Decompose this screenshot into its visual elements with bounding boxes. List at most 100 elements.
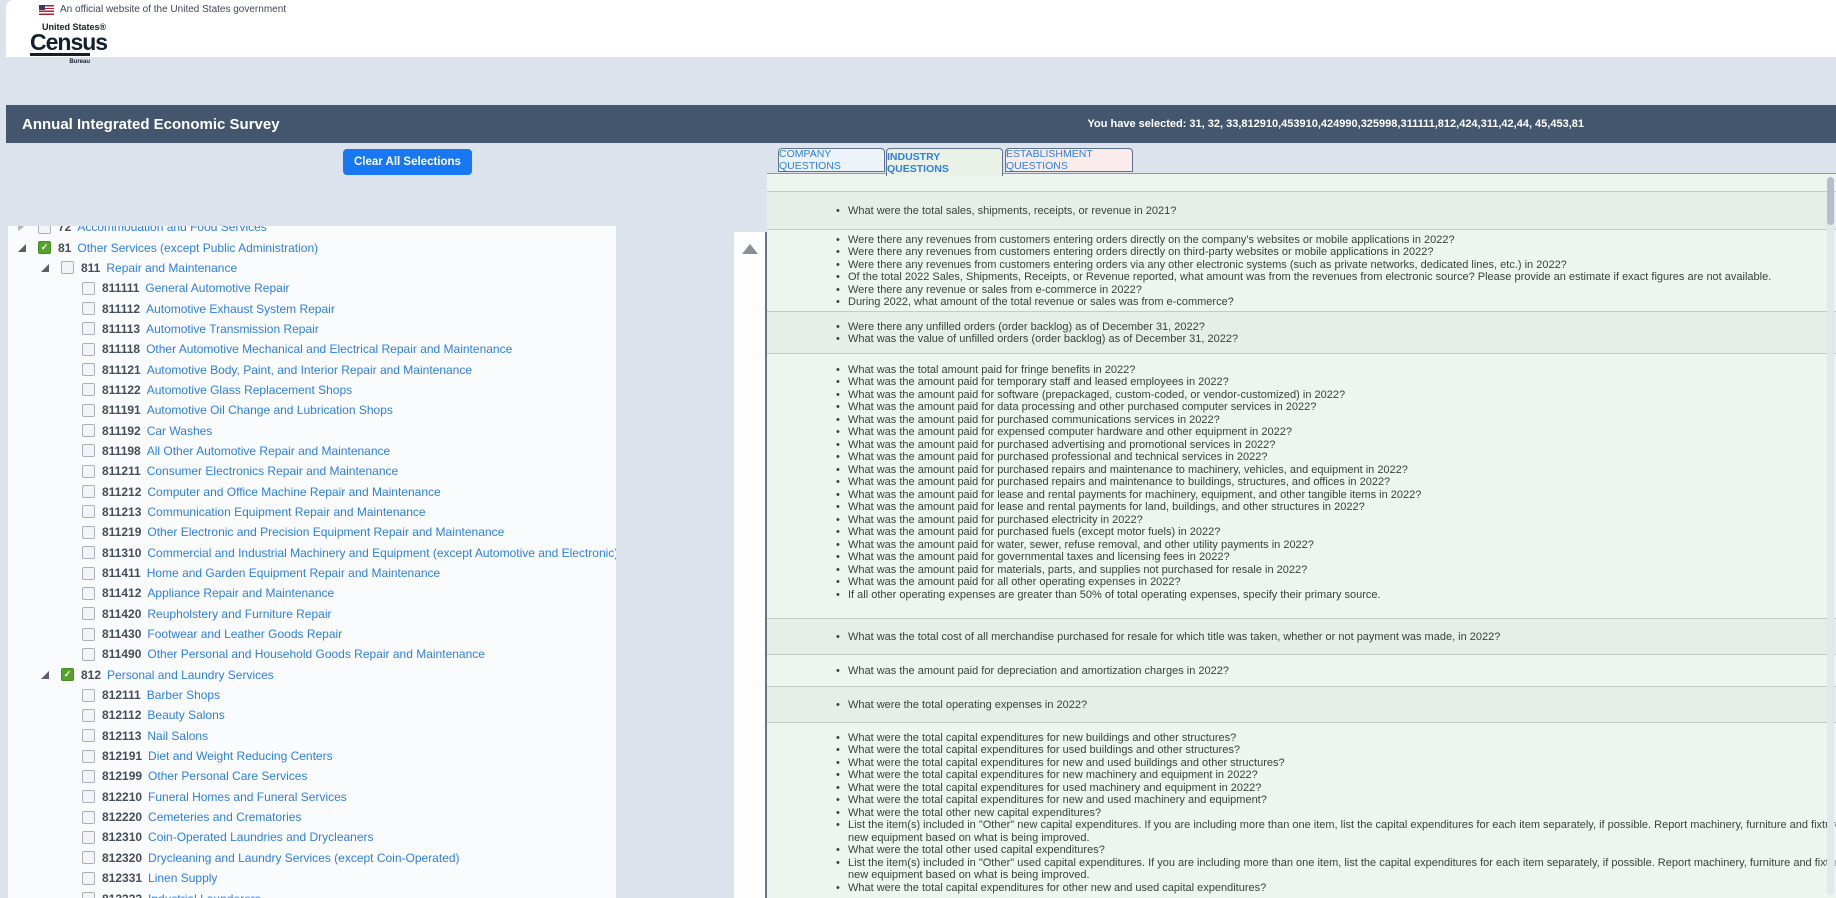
naics-label[interactable]: Other Automotive Mechanical and Electric… [146,342,512,356]
checkbox-811430[interactable] [82,628,95,641]
naics-label[interactable]: Appliance Repair and Maintenance [147,586,334,600]
checkbox-811420[interactable] [82,607,95,620]
checkbox-811192[interactable] [82,424,95,437]
naics-label[interactable]: Footwear and Leather Goods Repair [147,627,342,641]
question-section-3: Were there any unfilled orders (order ba… [767,311,1836,353]
naics-label[interactable]: Reupholstery and Furniture Repair [147,607,331,621]
naics-label[interactable]: Car Washes [147,424,213,438]
naics-label[interactable]: All Other Automotive Repair and Maintena… [147,444,390,458]
naics-label[interactable]: Home and Garden Equipment Repair and Mai… [147,566,441,580]
checkbox-811113[interactable] [82,322,95,335]
tree-row: 811420 Reupholstery and Furniture Repair [8,604,616,624]
checkbox-812210[interactable] [82,790,95,803]
checkbox-811121[interactable] [82,363,95,376]
checkbox-811213[interactable] [82,505,95,518]
checkbox-811118[interactable] [82,343,95,356]
naics-label[interactable]: Communication Equipment Repair and Maint… [147,505,425,519]
naics-label[interactable]: Personal and Laundry Services [107,668,274,682]
naics-label[interactable]: Other Personal Care Services [148,769,307,783]
naics-label[interactable]: Diet and Weight Reducing Centers [148,749,333,763]
tree-scrollbar[interactable] [734,232,767,898]
checkbox-812332[interactable] [82,892,95,898]
naics-label[interactable]: Accommodation and Food Services [77,226,266,234]
checkbox-812[interactable]: ✓ [61,668,74,681]
naics-code: 811118 [102,342,140,356]
census-logo[interactable]: United States® Census Bureau [30,23,107,65]
checkbox-812113[interactable] [82,729,95,742]
naics-label[interactable]: General Automotive Repair [145,281,289,295]
expand-icon[interactable] [18,226,38,231]
checkbox-812111[interactable] [82,689,95,702]
checkbox-812320[interactable] [82,851,95,864]
naics-label[interactable]: Consumer Electronics Repair and Maintena… [147,464,398,478]
naics-label[interactable]: Automotive Body, Paint, and Interior Rep… [147,363,472,377]
scroll-up-icon[interactable] [742,244,758,254]
question-item: What was the amount paid for purchased e… [767,514,1836,526]
checkbox-811112[interactable] [82,302,95,315]
checkbox-811111[interactable] [82,282,95,295]
checkbox-811211[interactable] [82,465,95,478]
naics-label[interactable]: Funeral Homes and Funeral Services [148,790,347,804]
naics-label[interactable]: Coin-Operated Laundries and Drycleaners [148,830,373,844]
checkbox-81[interactable]: ✓ [38,241,51,254]
tree-row: 811411Home and Garden Equipment Repair a… [8,563,616,583]
naics-code: 811 [81,261,100,275]
questions-scrollbar-thumb[interactable] [1827,177,1834,225]
naics-label[interactable]: Other Personal and Household Goods Repai… [147,647,485,661]
questions-scrollbar[interactable] [1827,177,1834,895]
naics-label[interactable]: Repair and Maintenance [106,261,237,275]
naics-label[interactable]: Commercial and Industrial Machinery and … [147,546,616,560]
naics-code: 811420 [102,607,141,621]
survey-header-bar: Annual Integrated Economic Survey You ha… [6,105,1836,143]
question-item: What was the amount paid for all other o… [767,576,1836,588]
naics-label[interactable]: Automotive Glass Replacement Shops [147,383,352,397]
collapse-icon[interactable] [41,671,61,679]
checkbox-812310[interactable] [82,831,95,844]
question-item: What was the amount paid for depreciatio… [767,665,1836,677]
checkbox-811490[interactable] [82,648,95,661]
checkbox-811[interactable] [61,261,74,274]
checkbox-811310[interactable] [82,546,95,559]
checkbox-811191[interactable] [82,404,95,417]
naics-label[interactable]: Computer and Office Machine Repair and M… [147,485,440,499]
naics-label[interactable]: Drycleaning and Laundry Services (except… [148,851,460,865]
checkbox-812331[interactable] [82,872,95,885]
collapse-icon[interactable] [18,244,38,252]
collapse-icon[interactable] [41,264,61,272]
checkbox-72[interactable] [38,226,51,234]
checkbox-811212[interactable] [82,485,95,498]
checkbox-811198[interactable] [82,444,95,457]
tree-row: 811192Car Washes [8,420,616,440]
naics-label[interactable]: Automotive Oil Change and Lubrication Sh… [147,403,393,417]
tree-row: 811118 Other Automotive Mechanical and El… [8,339,616,359]
checkbox-812220[interactable] [82,811,95,824]
checkbox-811412[interactable] [82,587,95,600]
naics-label[interactable]: Other Services (except Public Administra… [77,241,318,255]
question-item: List the item(s) included in "Other" new… [767,819,1836,831]
naics-label[interactable]: Nail Salons [147,729,208,743]
naics-label[interactable]: Linen Supply [148,871,217,885]
checkbox-812199[interactable] [82,770,95,783]
tab-industry-questions[interactable]: INDUSTRY QUESTIONS [886,148,1003,176]
naics-label[interactable]: Cemeteries and Crematories [148,810,301,824]
naics-label[interactable]: Beauty Salons [147,708,224,722]
question-item: What was the amount paid for expensed co… [767,426,1836,438]
clear-all-selections-button[interactable]: Clear All Selections [343,149,472,175]
checkbox-811122[interactable] [82,383,95,396]
naics-code: 811219 [102,525,141,539]
question-section-2: Were there any revenues from customers e… [767,229,1836,311]
tree-row: 812210Funeral Homes and Funeral Services [8,787,616,807]
naics-label[interactable]: Barber Shops [147,688,220,702]
naics-code: 811191 [102,403,141,417]
naics-code: 81 [58,241,71,255]
tab-establishment-questions[interactable]: ESTABLISHMENT QUESTIONS [1005,148,1133,172]
checkbox-812112[interactable] [82,709,95,722]
naics-label[interactable]: Automotive Exhaust System Repair [146,302,335,316]
checkbox-812191[interactable] [82,750,95,763]
naics-label[interactable]: Other Electronic and Precision Equipment… [147,525,504,539]
naics-label[interactable]: Automotive Transmission Repair [146,322,319,336]
tab-company-questions[interactable]: COMPANY QUESTIONS [778,148,885,172]
checkbox-811411[interactable] [82,567,95,580]
checkbox-811219[interactable] [82,526,95,539]
naics-label[interactable]: Industrial Launderers [148,892,261,898]
